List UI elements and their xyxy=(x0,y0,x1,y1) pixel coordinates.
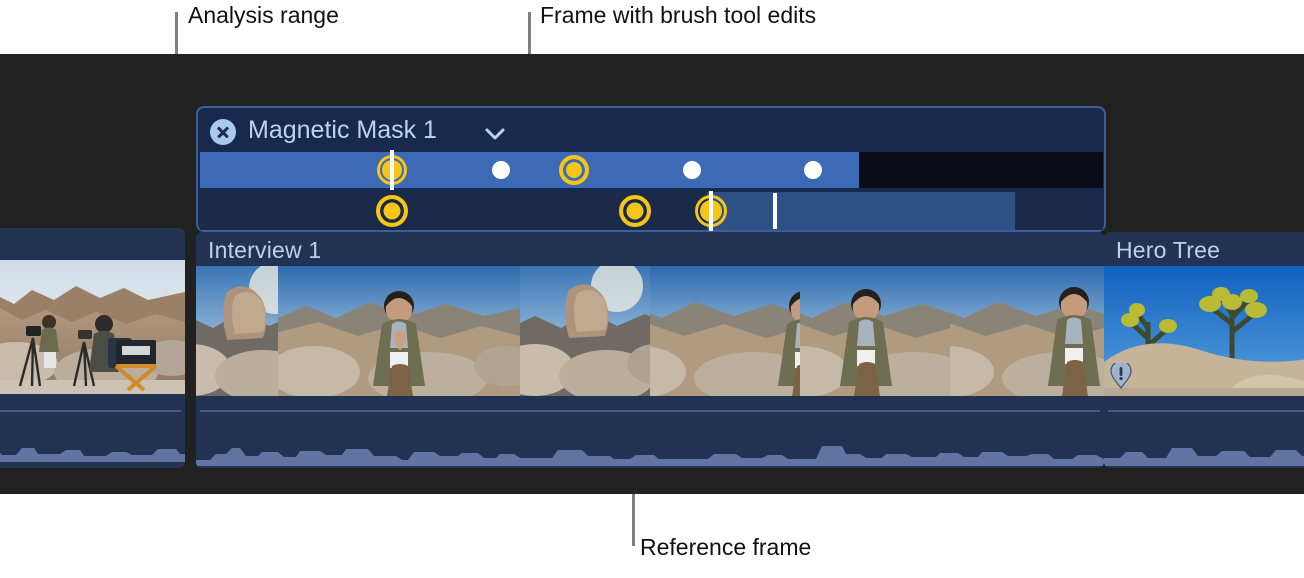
analysis-range-bar[interactable] xyxy=(200,152,860,188)
video-frame xyxy=(1104,266,1304,396)
reference-segment[interactable] xyxy=(707,192,1016,230)
callout-brush-frame: Frame with brush tool edits xyxy=(540,2,817,28)
hero-tree-waveform xyxy=(1104,404,1304,466)
callout-analysis-range: Analysis range xyxy=(188,2,339,28)
reference-keyframe-1[interactable] xyxy=(376,195,409,227)
clip-title: Interview 1 xyxy=(208,237,322,263)
interview-waveform xyxy=(196,404,1104,466)
clip-title: Hero Tree xyxy=(1116,237,1221,263)
magnetic-mask-title: Magnetic Mask 1 xyxy=(248,116,437,144)
brush-edit-frame-dot[interactable] xyxy=(491,161,510,179)
pin-marker-icon[interactable] xyxy=(1110,360,1132,389)
video-frame xyxy=(650,266,800,396)
playhead-secondary[interactable] xyxy=(772,193,777,229)
video-frame xyxy=(196,266,278,396)
brush-edit-frame-dot[interactable] xyxy=(804,161,823,179)
brush-edit-frame-dot[interactable] xyxy=(683,161,702,179)
video-frame xyxy=(0,260,185,394)
clip-left[interactable] xyxy=(0,228,185,468)
clip-left-filmstrip xyxy=(0,260,185,394)
clip-hero-tree[interactable]: Hero Tree xyxy=(1104,232,1304,468)
magnetic-mask-panel[interactable]: Magnetic Mask 1 xyxy=(196,106,1106,232)
magnetic-mask-header: Magnetic Mask 1 xyxy=(198,108,1104,154)
clip-interview[interactable]: Interview 1 xyxy=(196,232,1104,468)
clip-left-waveform xyxy=(0,404,185,462)
reference-frame-marker[interactable] xyxy=(619,195,652,227)
video-frame xyxy=(520,266,650,396)
reference-frames-row[interactable] xyxy=(200,191,1103,231)
analysis-keyframe-2[interactable] xyxy=(558,155,589,185)
timeline-canvas: Interview 1 Hero Tree Magnetic Mask 1 xyxy=(0,54,1304,494)
callout-reference-frame: Reference frame xyxy=(640,534,812,560)
video-frame xyxy=(950,266,1104,396)
interview-filmstrip xyxy=(196,266,1104,396)
close-circle-icon[interactable] xyxy=(210,119,236,145)
playhead[interactable] xyxy=(390,150,395,190)
playhead[interactable] xyxy=(709,191,714,231)
hero-tree-filmstrip xyxy=(1104,266,1304,396)
analysis-range-row[interactable] xyxy=(200,150,1103,190)
video-frame xyxy=(800,266,950,396)
chevron-down-icon[interactable] xyxy=(484,123,506,145)
video-frame xyxy=(278,266,520,396)
